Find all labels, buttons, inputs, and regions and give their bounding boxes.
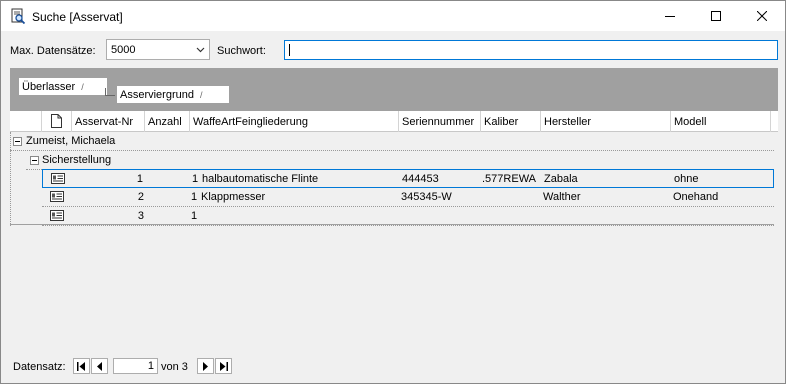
collapse-icon[interactable] <box>13 137 22 146</box>
cell-anzahl: 1 <box>191 210 198 222</box>
navigator-label: Datensatz: <box>13 361 66 373</box>
search-document-icon <box>11 8 26 24</box>
cell-hersteller: Walther <box>543 191 581 203</box>
group-row-asserviergrund[interactable]: Sicherstellung <box>26 151 774 170</box>
header-anzahl[interactable]: Anzahl <box>145 111 190 132</box>
search-window: Suche [Asservat] Max. Datensätze: 5000 S… <box>0 0 786 384</box>
minimize-button[interactable] <box>647 1 693 31</box>
first-record-button[interactable] <box>73 358 90 374</box>
close-button[interactable] <box>739 1 785 31</box>
sort-indicator: / <box>199 90 203 100</box>
last-record-button[interactable] <box>215 358 232 374</box>
results-grid: Asservat-Nr Anzahl WaffeArtFeingliederun… <box>10 111 778 354</box>
minimize-icon <box>665 16 675 17</box>
next-record-icon <box>203 361 208 371</box>
group-chip-asserviergrund[interactable]: Asserviergrund / <box>116 85 230 104</box>
cell-seriennummer: 444453 <box>402 173 439 185</box>
next-record-button[interactable] <box>197 358 214 374</box>
current-record-input[interactable]: 1 <box>113 358 158 374</box>
cell-anzahl: 1 <box>192 173 199 185</box>
previous-record-icon <box>97 361 102 371</box>
previous-record-button[interactable] <box>91 358 108 374</box>
grid-bottom-border <box>10 224 774 225</box>
cell-asservat-nr: 1 <box>136 173 143 185</box>
group-chip-label: Asserviergrund <box>120 89 194 101</box>
header-hersteller[interactable]: Hersteller <box>541 111 671 132</box>
header-spacer <box>10 111 42 132</box>
group-connector <box>105 88 115 96</box>
sort-indicator: / <box>81 82 84 92</box>
filter-row: Max. Datensätze: 5000 Suchwort: <box>1 39 785 63</box>
collapse-icon[interactable] <box>30 156 39 165</box>
cell-hersteller: Zabala <box>544 173 578 185</box>
cell-waffeart: Klappmesser <box>201 191 266 203</box>
cell-asservat-nr: 3 <box>137 210 144 222</box>
document-icon <box>51 114 62 128</box>
search-label: Suchwort: <box>217 45 266 57</box>
title-bar[interactable]: Suche [Asservat] <box>1 1 785 31</box>
group-by-panel: Überlasser / Asserviergrund / <box>10 68 778 111</box>
max-records-value: 5000 <box>111 44 136 56</box>
cell-modell: Onehand <box>673 191 719 203</box>
table-row[interactable]: 2 1 Klappmesser 345345-W Walther Onehand <box>42 188 774 207</box>
record-card-icon[interactable] <box>50 210 64 221</box>
cell-modell: ohne <box>674 173 699 185</box>
group-row-ueberlasser[interactable]: Zumeist, Michaela <box>10 132 774 151</box>
cell-anzahl: 1 <box>191 191 198 203</box>
record-card-icon[interactable] <box>50 191 64 202</box>
cell-kaliber: .577REWA <box>482 173 537 185</box>
header-kaliber[interactable]: Kaliber <box>481 111 541 132</box>
group-label: Sicherstellung <box>42 154 112 166</box>
group-chip-ueberlasser[interactable]: Überlasser / <box>18 77 108 96</box>
table-row[interactable]: 1 1 halbautomatische Flinte 444453 .577R… <box>42 169 774 188</box>
last-record-icon <box>220 361 228 371</box>
first-record-icon <box>77 361 85 371</box>
record-count-label: von 3 <box>161 361 188 373</box>
header-document-column[interactable] <box>42 111 72 132</box>
header-waffeart[interactable]: WaffeArtFeingliederung <box>190 111 399 132</box>
window-title: Suche [Asservat] <box>32 10 123 24</box>
chevron-down-icon <box>196 47 205 53</box>
group-label: Zumeist, Michaela <box>26 135 116 147</box>
cell-waffeart: halbautomatische Flinte <box>202 173 319 185</box>
max-records-select[interactable]: 5000 <box>106 39 210 60</box>
max-records-label: Max. Datensätze: <box>10 45 96 57</box>
cell-asservat-nr: 2 <box>137 191 144 203</box>
record-navigator: Datensatz: 1 von 3 <box>1 356 785 378</box>
group-chip-label: Überlasser <box>22 81 76 93</box>
header-asservat-nr[interactable]: Asservat-Nr <box>72 111 145 132</box>
maximize-button[interactable] <box>693 1 739 31</box>
close-icon <box>757 11 767 21</box>
record-card-icon[interactable] <box>51 173 65 184</box>
grid-header: Asservat-Nr Anzahl WaffeArtFeingliederun… <box>10 111 778 132</box>
cell-seriennummer: 345345-W <box>401 191 452 203</box>
search-input[interactable] <box>284 40 778 60</box>
text-caret <box>289 44 290 56</box>
maximize-icon <box>711 11 721 21</box>
header-seriennummer[interactable]: Seriennummer <box>399 111 481 132</box>
header-modell[interactable]: Modell <box>671 111 771 132</box>
